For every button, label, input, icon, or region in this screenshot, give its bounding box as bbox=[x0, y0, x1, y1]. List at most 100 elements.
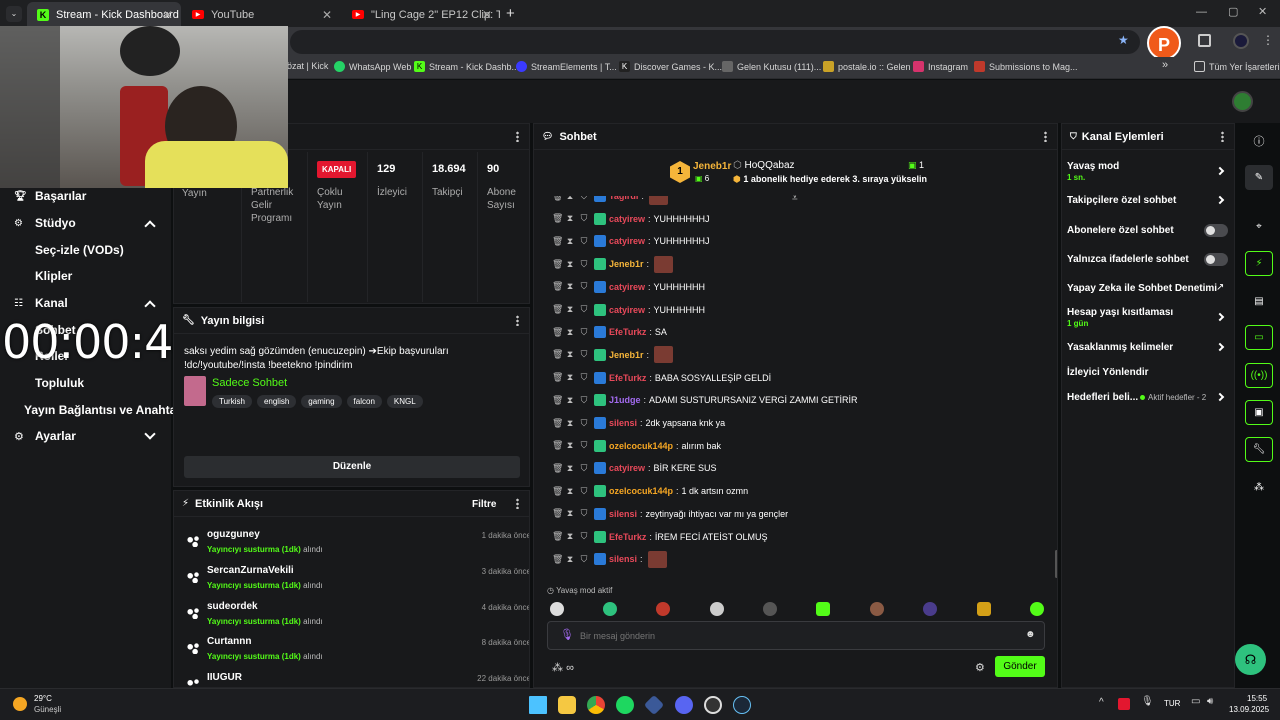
timeout-icon[interactable]: ⧗ bbox=[566, 554, 574, 564]
delete-icon[interactable]: 🗑︎ bbox=[552, 327, 563, 337]
ban-icon[interactable]: ⛉ bbox=[580, 395, 588, 405]
action-ai-moderation[interactable]: Yapay Zeka ile Sohbet Denetimi bbox=[1067, 283, 1217, 294]
ban-icon[interactable]: ⛉ bbox=[580, 214, 588, 223]
external-link-icon[interactable]: ↗ bbox=[1216, 282, 1224, 293]
network-icon[interactable]: ▭ bbox=[1191, 696, 1200, 707]
sidebar-item-channel[interactable]: ☷ Kanal bbox=[14, 296, 68, 310]
delete-icon[interactable]: 🗑︎ bbox=[552, 486, 563, 496]
timeout-icon[interactable]: ⧗ bbox=[566, 327, 574, 337]
emote-icon[interactable] bbox=[710, 602, 724, 616]
timeout-icon[interactable]: ⧗ bbox=[566, 509, 574, 518]
window-close-button[interactable]: ✕ bbox=[1258, 5, 1267, 18]
emote-icon[interactable] bbox=[977, 602, 991, 616]
timeout-icon[interactable]: ⧗ bbox=[566, 236, 574, 246]
volume-icon[interactable]: 🔊︎ bbox=[1207, 696, 1213, 707]
timeout-icon[interactable]: ⧗ bbox=[566, 418, 574, 428]
sidebar-item-achievements[interactable]: 🏆︎ Başarılar bbox=[14, 189, 86, 203]
steam-icon[interactable] bbox=[733, 696, 751, 714]
chevron-up-icon[interactable] bbox=[144, 220, 156, 232]
chat-username[interactable]: silensi bbox=[609, 509, 637, 519]
more-options-icon[interactable] bbox=[1044, 131, 1047, 142]
bookmark-item[interactable]: Submissions to Mag... bbox=[974, 61, 1078, 72]
close-icon[interactable]: ✕ bbox=[482, 8, 492, 22]
tag[interactable]: Turkish bbox=[212, 395, 252, 408]
action-followers-only-chat[interactable]: Takipçilere özel sohbet bbox=[1067, 195, 1176, 206]
chat-username[interactable]: catyirew bbox=[609, 236, 645, 246]
all-bookmarks-folder[interactable]: Tüm Yer İşaretleri bbox=[1194, 61, 1280, 72]
extension-logo-icon[interactable]: P bbox=[1147, 26, 1181, 60]
delete-icon[interactable]: 🗑︎ bbox=[552, 373, 563, 382]
category-thumbnail[interactable] bbox=[184, 376, 206, 406]
clock-date[interactable]: 13.09.2025 bbox=[1229, 705, 1269, 714]
tab-youtube-clip[interactable]: ▶"Ling Cage 2" EP12 Clip: The st✕ bbox=[342, 2, 500, 27]
chat-scrollbar[interactable] bbox=[1055, 550, 1057, 578]
kick-bot-icon[interactable]: ⁂ bbox=[1245, 475, 1273, 500]
filter-button[interactable]: Filtre bbox=[472, 499, 496, 510]
emote-icon[interactable] bbox=[816, 602, 830, 616]
chat-username[interactable]: catyirew bbox=[609, 305, 645, 315]
language-indicator[interactable]: TUR bbox=[1164, 699, 1180, 708]
tag[interactable]: falcon bbox=[346, 395, 382, 408]
emote-icon[interactable] bbox=[603, 602, 617, 616]
delete-icon[interactable]: 🗑︎ bbox=[552, 463, 563, 473]
chat-username[interactable]: EfeTurkz bbox=[609, 532, 646, 542]
more-options-icon[interactable] bbox=[516, 131, 519, 142]
sidebar-item-studio[interactable]: ⚙ Stüdyo bbox=[14, 216, 76, 230]
chat-message-input[interactable] bbox=[580, 626, 1000, 646]
microphone-icon[interactable]: 🎙︎ bbox=[1141, 696, 1154, 707]
timeout-icon[interactable]: ⧗ bbox=[566, 282, 574, 291]
category-link[interactable]: Sadece Sohbet bbox=[212, 377, 287, 389]
sidebar-item-settings[interactable]: ⚙ Ayarlar bbox=[14, 429, 76, 443]
chat-username[interactable]: catyirew bbox=[609, 463, 645, 473]
bookmark-item[interactable]: postale.io :: Gelen bbox=[823, 61, 911, 72]
bookmark-item[interactable]: Instagram bbox=[913, 61, 968, 72]
bookmark-star-icon[interactable]: ★ bbox=[1118, 33, 1129, 47]
delete-icon[interactable]: 🗑︎ bbox=[552, 554, 563, 564]
action-account-age[interactable]: Hesap yaşı kısıtlaması bbox=[1067, 307, 1173, 318]
sidebar-item-community[interactable]: Topluluk bbox=[35, 376, 84, 390]
action-slow-mode[interactable]: Yavaş mod bbox=[1067, 161, 1119, 172]
bookmark-item[interactable]: K Stream - Kick Dashb... bbox=[414, 61, 519, 72]
emote-icon[interactable] bbox=[550, 602, 564, 616]
chrome-icon[interactable] bbox=[587, 696, 605, 714]
clock-time[interactable]: 15:55 bbox=[1247, 694, 1267, 703]
emote-icon[interactable] bbox=[923, 602, 937, 616]
chat-username[interactable]: Jeneb1r bbox=[609, 259, 644, 269]
new-tab-button[interactable]: + bbox=[506, 5, 515, 22]
wrench-icon[interactable]: 🔧︎ bbox=[1245, 437, 1273, 462]
delete-icon[interactable]: 🗑︎ bbox=[552, 259, 563, 269]
second-gifter-name[interactable]: ⬡ HoQQabaz bbox=[733, 160, 795, 171]
timeout-icon[interactable]: ⧗ bbox=[566, 486, 574, 496]
profile-avatar-icon[interactable] bbox=[1233, 33, 1249, 49]
chat-username[interactable]: silensi bbox=[609, 418, 637, 428]
lightning-icon[interactable]: ⚡︎ bbox=[1245, 251, 1273, 276]
chevron-down-icon[interactable] bbox=[144, 428, 156, 440]
emote-icon[interactable] bbox=[870, 602, 884, 616]
document-icon[interactable]: ▤ bbox=[1245, 289, 1273, 314]
chat-username[interactable]: J1udge bbox=[609, 395, 641, 405]
ban-icon[interactable]: ⛉ bbox=[580, 418, 588, 428]
emoji-picker-icon[interactable]: ☻ bbox=[1025, 629, 1036, 640]
chat-username[interactable]: EfeTurkz bbox=[609, 373, 646, 383]
bookmark-item[interactable]: K Discover Games - K... bbox=[619, 61, 722, 72]
user-avatar[interactable] bbox=[1232, 91, 1253, 112]
timeout-icon[interactable]: ⧗ bbox=[566, 395, 574, 405]
sidebar-item-clips[interactable]: Klipler bbox=[35, 269, 72, 283]
chat-username[interactable]: catyirew bbox=[609, 214, 645, 224]
delete-icon[interactable]: 🗑︎ bbox=[552, 214, 563, 223]
delete-icon[interactable]: 🗑︎ bbox=[552, 305, 563, 314]
delete-icon[interactable]: 🗑︎ bbox=[552, 509, 563, 518]
bookmark-item[interactable]: Gelen Kutusu (111)... bbox=[722, 61, 821, 72]
microphone-icon[interactable]: 🎙︎ bbox=[560, 628, 574, 641]
timeout-icon[interactable]: ⧗ bbox=[566, 532, 574, 541]
delete-icon[interactable]: 🗑︎ bbox=[552, 236, 563, 246]
ban-icon[interactable]: ⛉ bbox=[580, 486, 588, 496]
obs-icon[interactable] bbox=[704, 696, 722, 714]
send-button[interactable]: Gönder bbox=[995, 656, 1045, 677]
close-icon[interactable]: ✕ bbox=[322, 8, 332, 22]
more-options-icon[interactable] bbox=[516, 315, 519, 326]
delete-icon[interactable]: 🗑︎ bbox=[552, 282, 563, 291]
tag[interactable]: KNGL bbox=[386, 395, 423, 408]
tab-search-icon[interactable]: ⌄ bbox=[6, 6, 22, 22]
ban-icon[interactable]: ⛉ bbox=[580, 373, 588, 382]
